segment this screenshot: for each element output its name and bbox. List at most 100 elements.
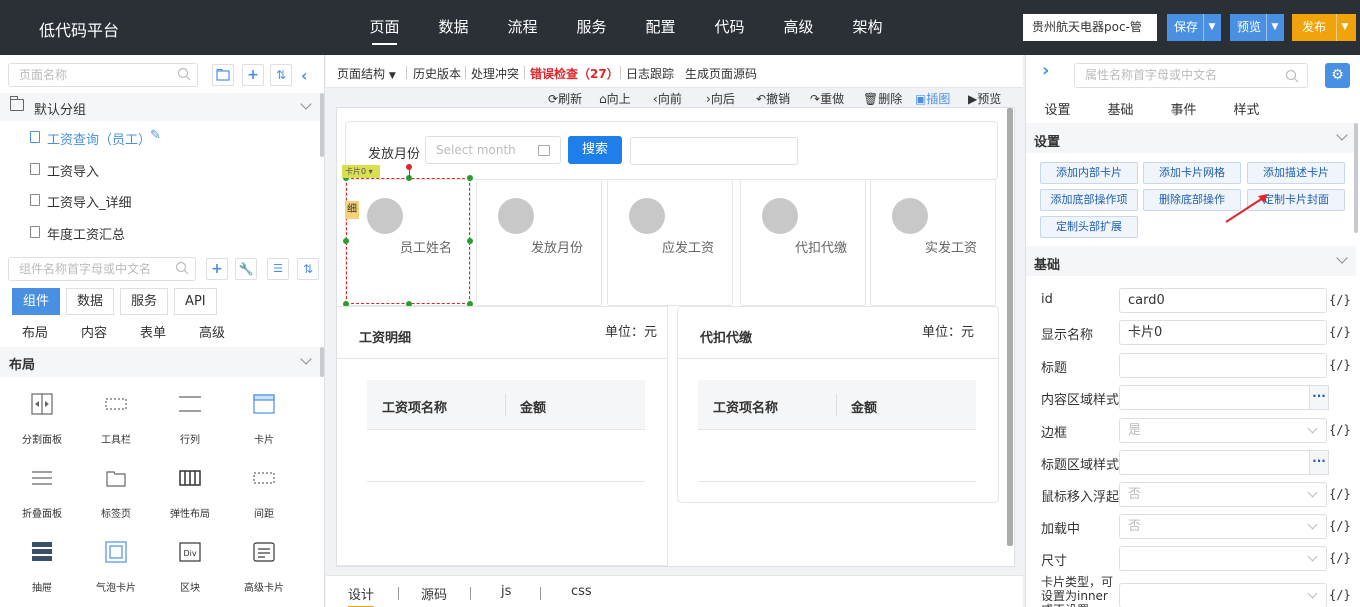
tab-data[interactable]: 数据	[66, 288, 115, 315]
expression-button[interactable]: {/}	[1329, 519, 1351, 533]
component-split-panel[interactable]: 分割面板	[5, 381, 79, 451]
tab-design[interactable]: 设计	[348, 584, 375, 607]
canvas-scrollbar[interactable]	[1007, 108, 1013, 546]
tab-source[interactable]: 源码	[421, 584, 447, 603]
group-header[interactable]: 默认分组	[0, 93, 320, 121]
summary-card-gross[interactable]: 应发工资	[607, 179, 733, 306]
error-check-button[interactable]: 错误检查（27）	[530, 65, 619, 82]
summary-card-month[interactable]: 发放月份	[476, 179, 602, 306]
display-name-field[interactable]: 卡片0	[1119, 320, 1327, 345]
size-select[interactable]	[1119, 546, 1327, 571]
sort-icon[interactable]: ⇅	[270, 64, 292, 86]
add-inner-card-button[interactable]: 添加内部卡片	[1040, 162, 1138, 184]
move-back-button[interactable]: ›向后	[706, 90, 735, 107]
move-forward-button[interactable]: ‹向前	[653, 90, 682, 107]
tab-services[interactable]: 服务	[120, 288, 169, 315]
component-div-block[interactable]: Div 区块	[153, 529, 227, 599]
property-search-input[interactable]: 属性名称首字母或中文名	[1074, 63, 1308, 88]
tab-components[interactable]: 组件	[12, 288, 61, 315]
refresh-button[interactable]: ⟳刷新	[548, 90, 582, 107]
side-tag[interactable]: 细	[345, 201, 359, 219]
page-item-salary-import-detail[interactable]: 工资导入_详细	[26, 186, 316, 214]
nav-advanced[interactable]: 高级	[764, 0, 833, 55]
component-list-scrollbar[interactable]	[320, 347, 324, 377]
list-order-icon[interactable]: ☰	[267, 258, 289, 280]
resize-handle[interactable]	[343, 238, 349, 244]
tab-api[interactable]: API	[174, 288, 217, 315]
content-style-field[interactable]: ···	[1119, 385, 1329, 410]
hover-select[interactable]: 否	[1119, 482, 1327, 507]
add-desc-card-button[interactable]: 添加描述卡片	[1247, 162, 1345, 184]
chevron-down-icon[interactable]	[1336, 129, 1348, 141]
insert-image-button[interactable]: ▣插图	[915, 90, 950, 107]
add-bottom-action-button[interactable]: 添加底部操作项	[1040, 189, 1138, 211]
component-toolbar[interactable]: 工具栏	[79, 381, 153, 451]
nav-config[interactable]: 配置	[626, 0, 695, 55]
deduction-card[interactable]: 代扣代缴 单位：元 工资项名称 金额	[677, 306, 999, 503]
resize-handle[interactable]	[467, 175, 473, 181]
title-style-field[interactable]: ···	[1119, 450, 1329, 475]
gear-icon[interactable]: ⚙	[1325, 63, 1350, 88]
component-flex-layout[interactable]: 弹性布局	[153, 455, 227, 525]
component-row-col[interactable]: 行列	[153, 381, 227, 451]
more-icon[interactable]: ···	[1309, 385, 1329, 410]
subtab-advanced[interactable]: 高级	[199, 322, 258, 341]
chevron-down-icon[interactable]	[300, 98, 312, 110]
subtab-form[interactable]: 表单	[140, 322, 199, 341]
title-field[interactable]	[1119, 353, 1327, 378]
page-item-annual-summary[interactable]: 年度工资汇总	[26, 218, 316, 246]
rotate-handle[interactable]	[406, 164, 412, 170]
preview-button[interactable]: 预览 ▼	[1230, 14, 1284, 41]
publish-button[interactable]: 发布 ▼	[1292, 14, 1356, 41]
subtab-content[interactable]: 内容	[81, 322, 140, 341]
save-dropdown-icon[interactable]: ▼	[1203, 14, 1220, 41]
extra-input[interactable]	[630, 137, 798, 165]
tab-settings[interactable]: 设置	[1026, 99, 1089, 118]
delete-button[interactable]: 🗑删除	[863, 90, 902, 107]
tab-css[interactable]: css	[571, 584, 592, 599]
expression-button[interactable]: {/}	[1329, 588, 1351, 602]
page-search-input[interactable]: 页面名称	[8, 63, 198, 87]
expression-button[interactable]: {/}	[1329, 423, 1351, 437]
add-component-icon[interactable]: +	[206, 258, 228, 280]
page-structure-button[interactable]: 页面结构 ▼	[337, 65, 396, 82]
settings-section-header[interactable]: 设置	[1026, 123, 1356, 153]
preview-dropdown-icon[interactable]: ▼	[1266, 14, 1283, 41]
page-item-salary-import[interactable]: 工资导入	[26, 155, 316, 183]
log-trace-button[interactable]: 日志跟踪	[626, 65, 674, 82]
salary-detail-card[interactable]: 工资明细 单位：元 工资项名称 金额	[337, 306, 668, 566]
wrench-icon[interactable]: 🔧	[235, 258, 257, 280]
tab-style[interactable]: 样式	[1215, 99, 1278, 118]
undo-button[interactable]: ↶撤销	[756, 90, 790, 107]
basic-section-header[interactable]: 基础	[1026, 246, 1356, 276]
publish-dropdown-icon[interactable]: ▼	[1336, 14, 1353, 41]
custom-header-ext-button[interactable]: 定制头部扩展	[1040, 216, 1138, 238]
add-card-grid-button[interactable]: 添加卡片网格	[1143, 162, 1241, 184]
property-scrollbar[interactable]	[1354, 123, 1358, 233]
generate-source-button[interactable]: 生成页面源码	[685, 65, 757, 82]
summary-card-deduct[interactable]: 代扣代缴	[740, 179, 866, 306]
page-item-salary-query[interactable]: 工资查询（员工） ✎	[26, 123, 316, 151]
subtab-layout[interactable]: 布局	[22, 322, 81, 341]
page-list-scrollbar[interactable]	[320, 93, 324, 157]
add-page-icon[interactable]: +	[242, 64, 264, 86]
nav-data[interactable]: 数据	[419, 0, 488, 55]
tab-events[interactable]: 事件	[1152, 99, 1215, 118]
filter-card[interactable]: 发放月份 Select month 搜索	[345, 121, 998, 180]
save-button[interactable]: 保存 ▼	[1167, 14, 1221, 41]
move-up-button[interactable]: ⌂向上	[599, 90, 631, 107]
component-bubble-card[interactable]: 气泡卡片	[79, 529, 153, 599]
tab-basic[interactable]: 基础	[1089, 99, 1152, 118]
summary-card-net[interactable]: 实发工资	[870, 179, 996, 306]
project-selector[interactable]: 贵州航天电器poc-管	[1023, 14, 1157, 41]
nav-service[interactable]: 服务	[557, 0, 626, 55]
chevron-down-icon[interactable]	[1336, 252, 1348, 264]
edit-pencil-icon[interactable]: ✎	[150, 128, 161, 143]
expression-button[interactable]: {/}	[1329, 358, 1351, 372]
border-select[interactable]: 是	[1119, 418, 1327, 443]
more-icon[interactable]: ···	[1309, 450, 1329, 475]
nav-architecture[interactable]: 架构	[833, 0, 902, 55]
expand-right-icon[interactable]: ›	[1042, 60, 1049, 81]
conflict-button[interactable]: 处理冲突	[471, 65, 519, 82]
id-field[interactable]: card0	[1119, 288, 1327, 313]
